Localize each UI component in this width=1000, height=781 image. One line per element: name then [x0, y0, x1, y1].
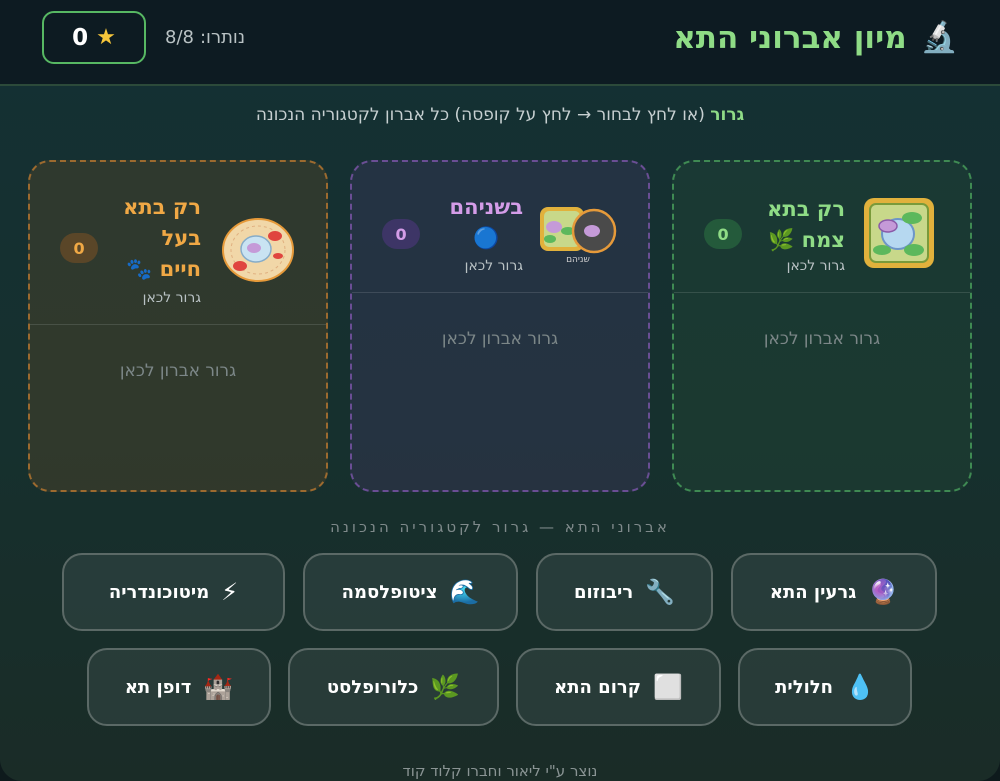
square-icon: ⬜	[652, 673, 683, 701]
bin-animal-title: רק בתא בעל חיים 🐾	[123, 192, 201, 285]
organelle-cell-wall[interactable]: 🏰 דופן תא	[87, 648, 271, 726]
remaining-label: נותרו:	[199, 27, 246, 48]
bin-both-title: בשניהם 🔵	[450, 192, 523, 254]
bin-animal-title-line2: בעל	[161, 226, 202, 250]
bin-both-title-line2: 🔵	[473, 226, 500, 250]
organelle-ribosome[interactable]: 🔧 ריבוזום	[536, 553, 713, 631]
bin-animal-only[interactable]: רק בתא בעל חיים 🐾 גרור לכאן 0 גרור אברון…	[28, 160, 328, 492]
instruction-drag-word: גרור	[710, 105, 745, 125]
organelle-cytoplasm[interactable]: 🌊 ציטופלסמה	[303, 553, 518, 631]
header: 🔬 מיון אברוני התא נותרו: 8/8 0 ★	[0, 0, 1000, 86]
organelle-mitochondria[interactable]: ⚡ מיטוכונדריה	[62, 553, 285, 631]
leaf-icon: 🌿	[430, 673, 461, 701]
organelle-label: ריבוזום	[573, 581, 634, 603]
both-icon-caption: שניהם	[566, 255, 590, 263]
bin-plant-subtitle: גרור לכאן	[786, 258, 845, 274]
organelle-label: חלולית	[775, 676, 834, 698]
bin-both-count: 0	[382, 219, 420, 249]
bin-animal-title-line3: חיים 🐾	[126, 257, 201, 281]
bin-plant-title-line2: צמח 🌿	[768, 228, 845, 252]
lightning-icon: ⚡	[221, 578, 239, 606]
bin-plant-drop-hint: גרור אברון לכאן	[763, 329, 881, 349]
animal-cell-icon	[222, 218, 294, 282]
star-icon: ★	[96, 25, 116, 50]
organelle-label: מיטוכונדריה	[108, 581, 210, 603]
organelle-nucleus[interactable]: 🔮 גרעין התא	[731, 553, 937, 631]
bin-plant-header: רק בתא צמח 🌿 גרור לכאן 0	[674, 162, 970, 293]
crystal-ball-icon: 🔮	[868, 578, 899, 606]
remaining-value: 8/8	[165, 27, 194, 48]
bin-both-title-line1: בשניהם	[449, 195, 523, 219]
organelle-vacuole[interactable]: 💧 חלולית	[738, 648, 912, 726]
organelles-caption: אברוני התא — גרור לקטגוריה הנכונה	[330, 518, 670, 536]
organelle-label: ציטופלסמה	[341, 581, 438, 603]
instruction-text: גרור (או לחץ לבחור → לחץ על קופסה) כל אב…	[0, 105, 1000, 125]
bin-animal-header: רק בתא בעל חיים 🐾 גרור לכאן 0	[30, 162, 326, 325]
bin-plant-count: 0	[704, 219, 742, 249]
wave-icon: 🌊	[449, 578, 480, 606]
bin-plant-title: רק בתא צמח 🌿	[767, 194, 845, 256]
instruction-rest: (או לחץ לבחור → לחץ על קופסה) כל אברון ל…	[255, 105, 705, 125]
castle-icon: 🏰	[203, 673, 234, 701]
bin-animal-subtitle: גרור לכאן	[142, 290, 201, 306]
organelle-label: כלורופלסט	[326, 676, 419, 698]
organelle-label: גרעין התא	[769, 581, 857, 603]
organelle-label: דופן תא	[124, 676, 192, 698]
plant-cell-icon	[864, 198, 934, 268]
footer-credit: נוצר ע"י ליאור וחברו קלוד קוד	[402, 762, 598, 780]
droplet-icon: 💧	[845, 673, 875, 701]
bin-both-header: שניהם בשניהם 🔵 גרור לכאן 0	[352, 162, 648, 293]
cell-sorting-app: 🔬 מיון אברוני התא נותרו: 8/8 0 ★ גרור (א…	[0, 0, 1000, 781]
organelle-cell-membrane[interactable]: ⬜ קרום התא	[516, 648, 721, 726]
bin-both[interactable]: שניהם בשניהם 🔵 גרור לכאן 0 גרור אברון לכ…	[350, 160, 650, 492]
wrench-icon: 🔧	[645, 578, 676, 606]
organelle-label: קרום התא	[554, 676, 641, 698]
bin-both-subtitle: גרור לכאן	[464, 258, 523, 274]
page-title: מיון אברוני התא	[673, 20, 907, 56]
bin-plant-only[interactable]: רק בתא צמח 🌿 גרור לכאן 0 גרור אברון לכאן	[672, 160, 972, 492]
title-wrap: 🔬 מיון אברוני התא	[673, 16, 958, 60]
bin-both-drop-hint: גרור אברון לכאן	[441, 329, 559, 349]
score-badge: 0 ★	[42, 11, 146, 64]
score-value: 0	[72, 24, 89, 51]
bin-animal-drop-hint: גרור אברון לכאן	[119, 361, 237, 381]
bin-animal-title-line1: רק בתא	[123, 195, 201, 219]
microscope-icon: 🔬	[920, 20, 958, 55]
bin-animal-count: 0	[60, 233, 98, 263]
remaining-counter: נותרו: 8/8	[165, 27, 245, 48]
both-cells-icon: שניהם	[540, 207, 617, 263]
bin-plant-title-line1: רק בתא	[767, 197, 845, 221]
organelle-chloroplast[interactable]: 🌿 כלורופלסט	[288, 648, 499, 726]
